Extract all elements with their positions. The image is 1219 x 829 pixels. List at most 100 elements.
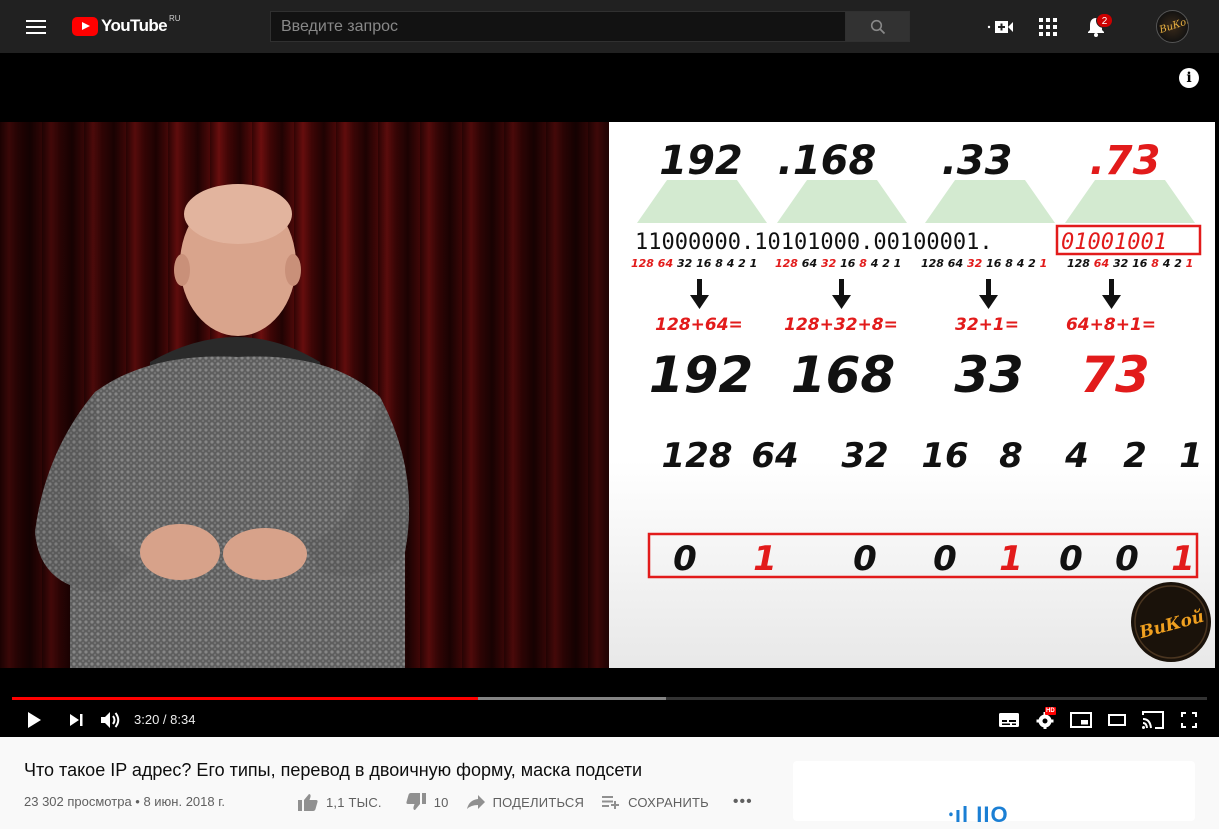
player-controls: 3:20 / 8:34 HD bbox=[0, 703, 1219, 737]
fullscreen-button[interactable] bbox=[1175, 707, 1203, 733]
like-count: 1,1 ТЫС. bbox=[326, 794, 382, 810]
thumbs-up-icon bbox=[298, 794, 318, 811]
decimal-result: 33 bbox=[954, 346, 1024, 404]
subtitles-button[interactable] bbox=[995, 707, 1023, 733]
video-info: Что такое IP адрес? Его типы, перевод в … bbox=[0, 737, 1219, 827]
create-video-button[interactable] bbox=[980, 7, 1020, 47]
cast-button[interactable] bbox=[1139, 707, 1167, 733]
youtube-play-icon bbox=[72, 16, 98, 36]
bit-value: 0 bbox=[673, 539, 697, 579]
bit-value: 0 bbox=[853, 539, 877, 579]
weight-value: 8 bbox=[999, 436, 1023, 476]
weight-value: 2 bbox=[1123, 436, 1147, 476]
share-icon bbox=[466, 795, 485, 809]
time-display: 3:20 / 8:34 bbox=[134, 712, 196, 727]
youtube-logo[interactable]: YouTube RU bbox=[72, 14, 181, 38]
theater-mode-icon bbox=[1108, 714, 1126, 726]
masthead: YouTube RU Введите запрос 2 ВиКой bbox=[0, 0, 1219, 53]
search-input[interactable] bbox=[270, 11, 846, 42]
video-camera-icon bbox=[987, 20, 1013, 33]
skip-next-icon bbox=[70, 714, 83, 726]
dislike-button[interactable]: 10 bbox=[406, 793, 449, 811]
search-icon bbox=[870, 19, 885, 34]
subtitles-icon bbox=[999, 713, 1019, 727]
slide-graphic: 192 .168 .33 .73 11000000.10101000.00100… bbox=[631, 138, 1211, 662]
octet-header: .168 bbox=[778, 138, 877, 184]
search-box bbox=[270, 11, 910, 42]
binary-line: 11000000.10101000.00100001. bbox=[635, 230, 993, 255]
progress-played bbox=[12, 697, 479, 700]
dislike-count: 10 bbox=[433, 794, 449, 810]
miniplayer-icon bbox=[1070, 712, 1092, 728]
weight-value: 16 bbox=[921, 436, 968, 476]
weight-value: 1 bbox=[1179, 436, 1203, 476]
video-title: Что такое IP адрес? Его типы, перевод в … bbox=[24, 760, 643, 780]
video-frame[interactable]: 192 .168 .33 .73 11000000.10101000.00100… bbox=[0, 122, 1219, 668]
apps-button[interactable] bbox=[1028, 7, 1068, 47]
menu-button[interactable] bbox=[22, 16, 50, 38]
decimal-result: 192 bbox=[649, 346, 753, 404]
logo-country: RU bbox=[169, 13, 181, 23]
avatar-text: ВиКой bbox=[1158, 15, 1189, 36]
save-button[interactable]: СОХРАНИТЬ bbox=[602, 795, 709, 810]
bit-value-highlight: 1 bbox=[1171, 539, 1195, 579]
bit-value: 0 bbox=[1115, 539, 1139, 579]
binary-last-octet: 01001001 bbox=[1061, 230, 1167, 255]
octet-header: .33 bbox=[942, 138, 1013, 184]
octet-header: 192 bbox=[659, 138, 743, 184]
svg-text:128 64 32 16 8 4 2 1: 128 64 32 16 8 4 2 1 bbox=[1067, 257, 1193, 270]
weight-value: 128 bbox=[662, 436, 733, 476]
bit-value-highlight: 1 bbox=[753, 539, 777, 579]
notifications-button[interactable]: 2 bbox=[1076, 7, 1116, 47]
search-button[interactable] bbox=[846, 11, 910, 42]
avatar[interactable]: ВиКой bbox=[1156, 10, 1189, 43]
video-actions: 1,1 ТЫС. 10 ПОДЕЛИТЬСЯ СОХРАНИТЬ ••• bbox=[298, 793, 753, 811]
sum-expression: 32+1= bbox=[955, 315, 1019, 335]
playlist-add-icon bbox=[602, 796, 620, 809]
svg-text:128 64 32 16 8 4 2 1: 128 64 32 16 8 4 2 1 bbox=[921, 257, 1047, 270]
like-button[interactable]: 1,1 ТЫС. bbox=[298, 793, 382, 811]
presenter-image bbox=[35, 184, 410, 668]
theater-mode-button[interactable] bbox=[1103, 707, 1131, 733]
logo-text: YouTube bbox=[101, 16, 168, 35]
side-card[interactable]: ⸱ıl IIO bbox=[793, 761, 1195, 827]
share-label: ПОДЕЛИТЬСЯ bbox=[492, 794, 585, 810]
progress-bar[interactable] bbox=[12, 697, 1207, 700]
volume-icon bbox=[101, 712, 120, 728]
bit-value: 0 bbox=[933, 539, 957, 579]
video-meta: 23 302 просмотра • 8 июн. 2018 г. bbox=[24, 794, 225, 809]
octet-header-highlight: .73 bbox=[1090, 138, 1161, 184]
more-actions-button[interactable]: ••• bbox=[733, 793, 753, 811]
cast-icon bbox=[1142, 711, 1164, 729]
decimal-result-highlight: 73 bbox=[1080, 346, 1150, 404]
sum-expression: 128+64= bbox=[655, 315, 743, 335]
sum-expression: 64+8+1= bbox=[1066, 315, 1156, 335]
sum-expression: 128+32+8= bbox=[784, 315, 898, 335]
settings-button[interactable]: HD bbox=[1031, 707, 1059, 733]
notification-count-badge: 2 bbox=[1096, 12, 1113, 28]
video-player[interactable]: i 192 .168 .33 .73 11000000.10101000.001… bbox=[0, 53, 1219, 737]
svg-text:128 64 32 16 8 4 2 1: 128 64 32 16 8 4 2 1 bbox=[775, 257, 901, 270]
apps-grid-icon bbox=[1039, 17, 1057, 36]
play-button[interactable] bbox=[20, 707, 48, 733]
decimal-result: 168 bbox=[791, 346, 895, 404]
save-label: СОХРАНИТЬ bbox=[628, 794, 709, 810]
weight-value: 32 bbox=[841, 436, 888, 476]
weight-value: 64 bbox=[751, 436, 798, 476]
curtain-background bbox=[0, 122, 609, 668]
hd-badge: HD bbox=[1045, 707, 1056, 715]
share-button[interactable]: ПОДЕЛИТЬСЯ bbox=[466, 794, 585, 810]
mute-button[interactable] bbox=[97, 707, 125, 733]
bit-value-highlight: 1 bbox=[999, 539, 1023, 579]
weight-value: 4 bbox=[1064, 436, 1089, 476]
miniplayer-button[interactable] bbox=[1067, 707, 1095, 733]
side-card-logo: ⸱ıl IIO bbox=[948, 802, 1009, 827]
svg-text:128 64 32 16 8 4 2 1: 128 64 32 16 8 4 2 1 bbox=[631, 257, 757, 270]
bit-value: 0 bbox=[1059, 539, 1083, 579]
next-button[interactable] bbox=[62, 707, 90, 733]
play-icon bbox=[28, 712, 41, 728]
fullscreen-icon bbox=[1181, 712, 1197, 728]
thumbs-down-icon bbox=[406, 793, 426, 810]
info-icon[interactable]: i bbox=[1179, 68, 1199, 88]
slide: 192 .168 .33 .73 11000000.10101000.00100… bbox=[609, 122, 1215, 668]
